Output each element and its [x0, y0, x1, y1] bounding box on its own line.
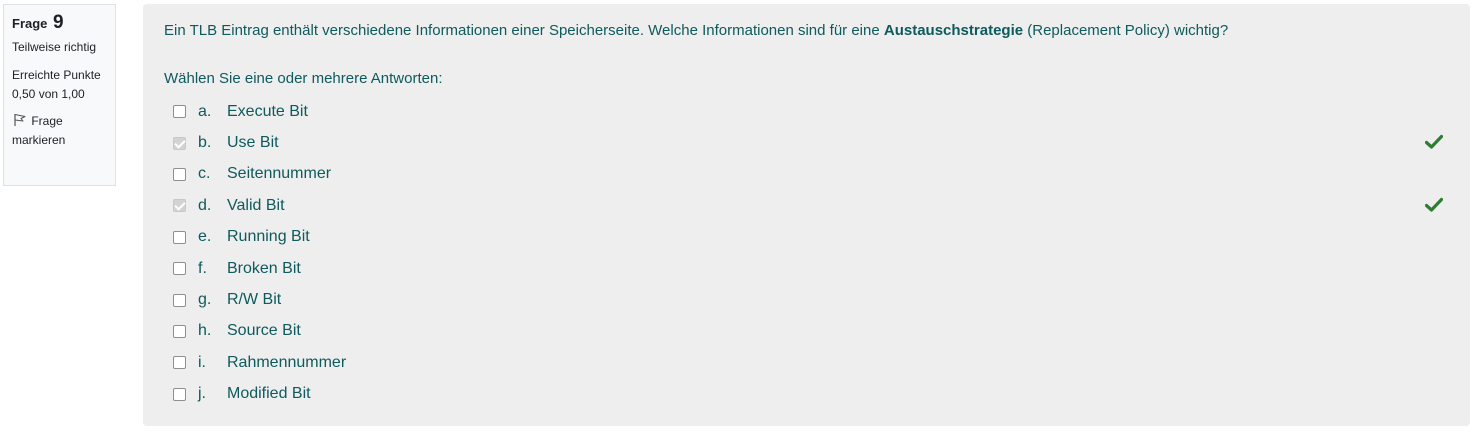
- question-content: Ein TLB Eintrag enthält verschiedene Inf…: [143, 4, 1470, 426]
- answer-option[interactable]: h. Source Bit: [173, 316, 1443, 347]
- question-text-end: (Replacement Policy) wichtig?: [1023, 22, 1229, 39]
- answer-option[interactable]: a. Execute Bit: [173, 96, 1443, 127]
- answer-letter: i.: [198, 353, 206, 371]
- answer-checkbox[interactable]: [173, 324, 186, 338]
- answer-option[interactable]: d. Valid Bit: [173, 190, 1443, 221]
- answer-prompt: Wählen Sie eine oder mehrere Antworten:: [164, 70, 443, 87]
- answer-checkbox[interactable]: [173, 167, 186, 181]
- question-text: Ein TLB Eintrag enthält verschiedene Inf…: [164, 21, 1228, 41]
- answer-letter: j.: [198, 385, 206, 403]
- answer-label[interactable]: Rahmennummer: [227, 354, 346, 372]
- answer-label[interactable]: R/W Bit: [227, 291, 281, 309]
- answer-letter: g.: [198, 291, 212, 309]
- answer-letter: h.: [198, 322, 212, 340]
- answer-checkbox[interactable]: [173, 262, 186, 276]
- answer-checkbox[interactable]: [173, 105, 186, 119]
- answer-label[interactable]: Use Bit: [227, 134, 279, 152]
- correct-check-icon: [1425, 198, 1443, 212]
- answer-label[interactable]: Valid Bit: [227, 197, 285, 215]
- answer-option[interactable]: b. Use Bit: [173, 127, 1443, 158]
- answer-checkbox[interactable]: [173, 230, 186, 244]
- answer-list: a. Execute Bit b. Use Bit c. Seitennummer d. Va…: [173, 96, 1443, 410]
- answer-letter: e.: [198, 228, 212, 246]
- answer-option[interactable]: j. Modified Bit: [173, 379, 1443, 410]
- answer-checkbox[interactable]: [173, 356, 186, 370]
- answer-letter: b.: [198, 134, 212, 152]
- question-info-panel: Frage 9 Teilweise richtig Erreichte Punk…: [3, 4, 116, 186]
- answer-checkbox[interactable]: [173, 387, 186, 401]
- correct-check-icon: [1425, 135, 1443, 149]
- answer-checkbox[interactable]: [173, 293, 186, 307]
- question-label: Frage: [12, 16, 48, 31]
- question-text-start: Ein TLB Eintrag enthält verschiedene Inf…: [164, 22, 884, 39]
- question-state: Teilweise richtig: [12, 40, 97, 54]
- answer-option[interactable]: c. Seitennummer: [173, 159, 1443, 190]
- flag-icon[interactable]: [12, 113, 28, 127]
- answer-option[interactable]: f. Broken Bit: [173, 253, 1443, 284]
- answer-label[interactable]: Running Bit: [227, 228, 310, 246]
- answer-letter: d.: [198, 196, 212, 214]
- question-grade: Erreichte Punkte 0,50 von 1,00: [12, 68, 101, 101]
- answer-label[interactable]: Modified Bit: [227, 385, 311, 403]
- answer-checkbox[interactable]: [173, 199, 186, 213]
- answer-option[interactable]: e. Running Bit: [173, 222, 1443, 253]
- question-text-emphasis: Austauschstrategie: [883, 22, 1024, 39]
- answer-label[interactable]: Seitennummer: [227, 165, 331, 183]
- answer-letter: c.: [198, 165, 211, 183]
- answer-label[interactable]: Broken Bit: [227, 260, 301, 278]
- answer-option[interactable]: g. R/W Bit: [173, 284, 1443, 315]
- answer-checkbox[interactable]: [173, 136, 186, 150]
- answer-letter: a.: [198, 102, 212, 120]
- question-number: Frage 9: [12, 12, 107, 34]
- flag-question-link[interactable]: Frage markieren: [12, 112, 107, 150]
- answer-option[interactable]: i. Rahmennummer: [173, 347, 1443, 378]
- answer-label[interactable]: Execute Bit: [227, 103, 308, 121]
- question-number-value: 9: [53, 12, 64, 33]
- answer-letter: f.: [198, 259, 207, 277]
- answer-label[interactable]: Source Bit: [227, 322, 301, 340]
